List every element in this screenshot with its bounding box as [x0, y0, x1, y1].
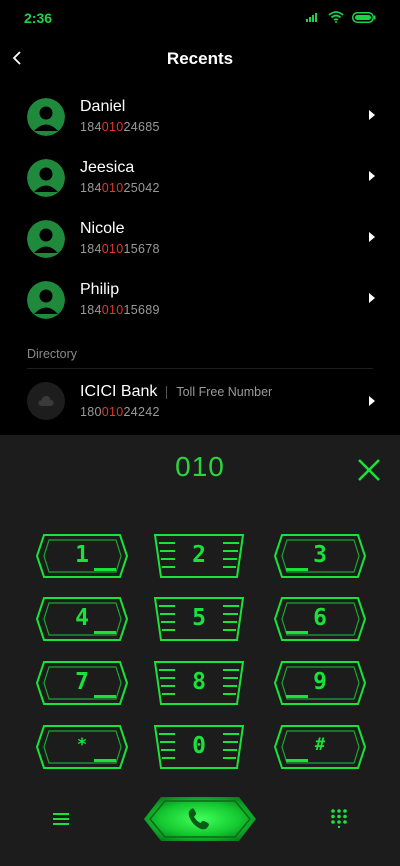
directory-tag: Toll Free Number: [176, 385, 273, 399]
status-icons: [306, 11, 376, 23]
key-label: 9: [313, 669, 327, 695]
contact-name: Philip: [80, 281, 120, 298]
key-label: 6: [313, 605, 327, 631]
avatar: [27, 281, 65, 319]
status-time: 2:36: [24, 10, 53, 26]
menu-icon[interactable]: [50, 808, 72, 830]
key-7[interactable]: 7: [34, 659, 130, 707]
key-2[interactable]: 2: [151, 532, 247, 580]
key-label: #: [314, 735, 326, 755]
key-6[interactable]: 6: [272, 595, 368, 643]
contact-name: Nicole: [80, 220, 125, 237]
battery-icon: [352, 11, 376, 23]
signal-icon: [306, 13, 317, 22]
directory-number: 18001024242: [80, 405, 160, 419]
directory-avatar: [27, 382, 65, 420]
key-label: 4: [75, 605, 89, 631]
directory-name-row: ICICI Bank Toll Free Number: [80, 383, 272, 401]
contact-number: 18401015689: [80, 303, 160, 317]
key-label: 3: [313, 542, 327, 568]
key-8[interactable]: 8: [151, 659, 247, 707]
status-bar: 2:36: [0, 0, 400, 36]
list-item[interactable]: Daniel 18401024685: [0, 88, 400, 148]
person-icon: [27, 220, 65, 258]
call-button[interactable]: [143, 796, 257, 842]
chevron-right-icon[interactable]: [368, 395, 376, 407]
person-icon: [27, 98, 65, 136]
contact-name: Daniel: [80, 98, 126, 115]
contact-number: 18401015678: [80, 242, 160, 256]
header: Recents: [0, 36, 400, 82]
key-label: 5: [192, 605, 206, 631]
separator: [166, 385, 168, 399]
dialer-panel: 010 1 2 3 4 5 6 7 8 9 * 0 #: [0, 435, 400, 866]
list-item[interactable]: Nicole 18401015678: [0, 210, 400, 270]
directory-name: ICICI Bank: [80, 383, 158, 400]
key-label: 2: [192, 542, 206, 568]
divider: [27, 368, 373, 369]
key-label: 1: [75, 542, 89, 568]
key-9[interactable]: 9: [272, 659, 368, 707]
contact-number: 18401025042: [80, 181, 160, 195]
key-5[interactable]: 5: [151, 595, 247, 643]
chevron-right-icon[interactable]: [368, 170, 376, 182]
key-4[interactable]: 4: [34, 595, 130, 643]
dialpad-icon[interactable]: [330, 808, 348, 828]
cloud-icon: [38, 396, 54, 406]
list-item[interactable]: Jeesica 18401025042: [0, 149, 400, 209]
wifi-icon: [328, 11, 344, 23]
directory-section-label: Directory: [27, 347, 78, 361]
person-icon: [27, 281, 65, 319]
avatar: [27, 159, 65, 197]
key-star[interactable]: *: [34, 723, 130, 771]
avatar: [27, 98, 65, 136]
key-0[interactable]: 0: [151, 723, 247, 771]
dialed-number: 010: [175, 451, 225, 482]
key-label: 8: [192, 669, 206, 695]
key-3[interactable]: 3: [272, 532, 368, 580]
list-item[interactable]: Philip 18401015689: [0, 271, 400, 331]
contact-name: Jeesica: [80, 159, 135, 176]
key-hash[interactable]: #: [272, 723, 368, 771]
bottom-bar: [0, 790, 400, 850]
contact-number: 18401024685: [80, 120, 160, 134]
close-icon[interactable]: [356, 457, 382, 483]
page-title: Recents: [166, 49, 234, 68]
key-label: 0: [192, 733, 206, 759]
chevron-right-icon[interactable]: [368, 231, 376, 243]
key-label: *: [76, 735, 88, 755]
person-icon: [27, 159, 65, 197]
key-1[interactable]: 1: [34, 532, 130, 580]
key-label: 7: [75, 669, 89, 695]
directory-item[interactable]: ICICI Bank Toll Free Number 18001024242: [0, 373, 400, 433]
chevron-right-icon[interactable]: [368, 109, 376, 121]
chevron-right-icon[interactable]: [368, 292, 376, 304]
avatar: [27, 220, 65, 258]
